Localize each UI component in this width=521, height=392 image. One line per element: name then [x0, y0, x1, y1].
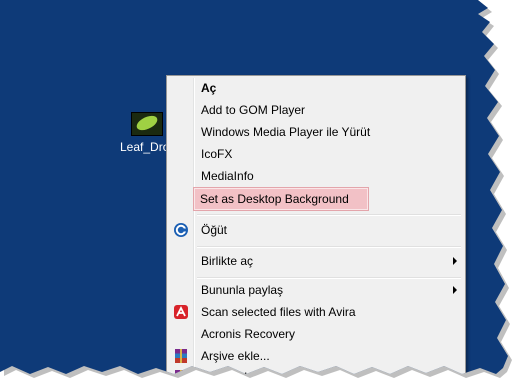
menu-item-avira-scan[interactable]: Scan selected files with Avira [169, 301, 463, 323]
menu-separator [197, 214, 461, 216]
menu-item-add-to-gom[interactable]: Add to GOM Player [169, 99, 463, 121]
menu-item-label: Add to GOM Player [201, 103, 306, 117]
image-thumbnail-icon [131, 112, 163, 136]
menu-item-set-desktop-background[interactable]: Set as Desktop Background [193, 187, 369, 211]
menu-item-label: IcoFX [201, 147, 233, 161]
menu-item-acronis-recovery[interactable]: Acronis Recovery [169, 323, 463, 345]
menu-item-label: Scan selected files with Avira [201, 305, 356, 319]
menu-item-add-to-archive[interactable]: Arşive ekle... [169, 345, 463, 367]
avira-icon [173, 304, 189, 320]
menu-item-icofx[interactable]: IcoFX [169, 143, 463, 165]
menu-item-wmp-play[interactable]: Windows Media Player ile Yürüt [169, 121, 463, 143]
menu-item-label: MediaInfo [201, 169, 254, 183]
menu-item-label: Aç [201, 81, 217, 95]
menu-item-mediainfo[interactable]: MediaInfo [169, 165, 463, 187]
menu-item-open[interactable]: Aç [169, 77, 463, 99]
menu-item-ogut[interactable]: Öğüt [169, 219, 463, 241]
context-menu: Aç Add to GOM Player Windows Media Playe… [166, 75, 466, 374]
menu-item-share-with[interactable]: Bununla paylaş [169, 279, 463, 301]
menu-item-label: Bununla paylaş [201, 283, 284, 297]
menu-separator [197, 246, 461, 248]
menu-item-label: Set as Desktop Background [200, 192, 349, 206]
menu-item-add-to-rar[interactable]: Arşive ekle "Leaf_Drop.rar" [169, 366, 463, 374]
leaf-shape [134, 113, 160, 133]
menu-item-label: Öğüt [201, 223, 228, 237]
menu-item-open-with[interactable]: Birlikte aç [169, 250, 463, 272]
ccleaner-icon [173, 222, 189, 238]
submenu-arrow-icon [453, 257, 457, 265]
desktop-background: Leaf_Dro Aç Add to GOM Player Windows Me… [0, 0, 508, 374]
menu-item-label: Birlikte aç [201, 254, 254, 268]
winrar-icon [173, 348, 189, 364]
menu-item-label: Windows Media Player ile Yürüt [201, 125, 371, 139]
menu-item-label: Arşive ekle... [201, 349, 270, 363]
submenu-arrow-icon [453, 286, 457, 294]
menu-item-label: Acronis Recovery [201, 327, 296, 341]
